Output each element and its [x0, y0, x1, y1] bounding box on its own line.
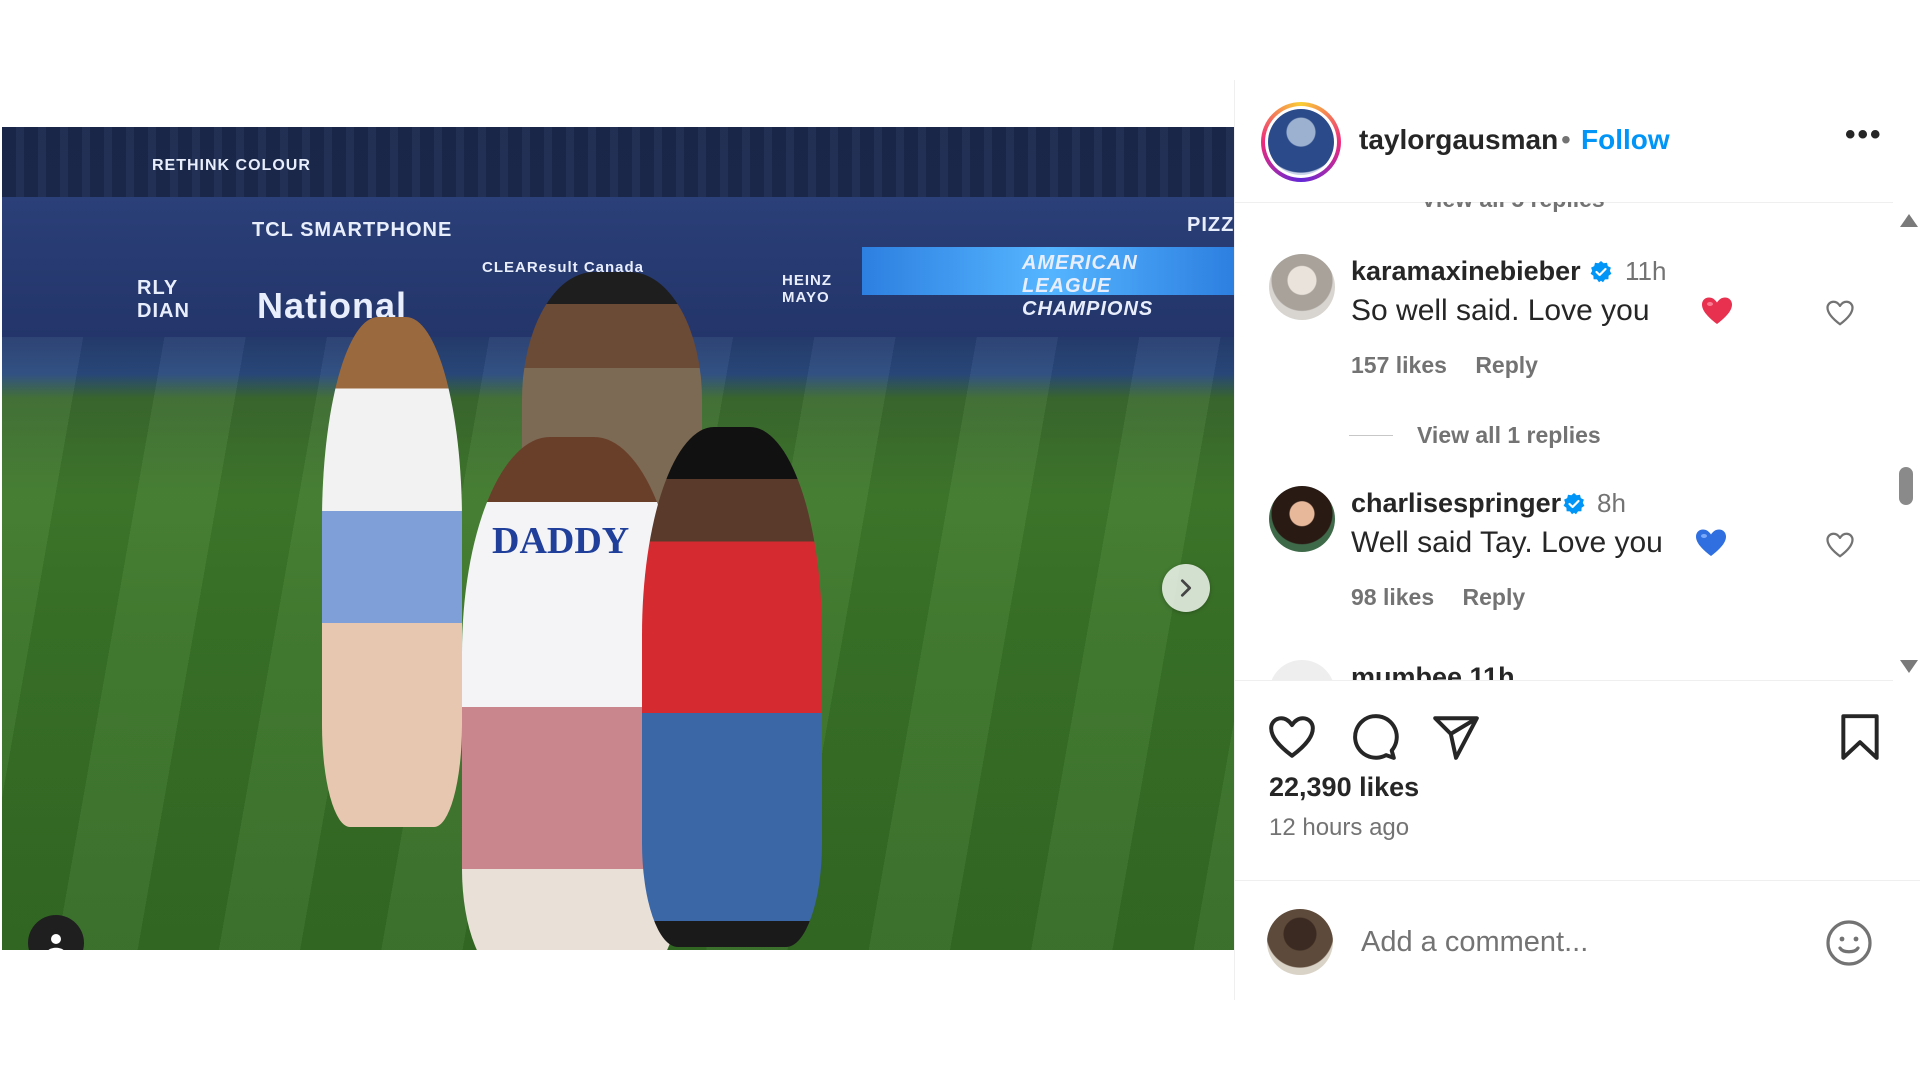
- emoji-icon[interactable]: [1825, 919, 1873, 967]
- follow-button[interactable]: Follow: [1581, 124, 1670, 156]
- comment-item: karamaxinebieber 11h So well said. Love …: [1235, 254, 1893, 394]
- verified-badge-icon: [1563, 493, 1585, 515]
- daddy-shirt-text: DADDY: [492, 520, 630, 562]
- comment-time: 11h: [1625, 256, 1667, 286]
- comment-text: Well said Tay. Love you: [1351, 526, 1663, 559]
- add-comment-bar: [1235, 880, 1920, 991]
- header-separator: •: [1561, 124, 1571, 155]
- woman-figure: [642, 427, 822, 947]
- wall-text: HEINZ MAYO: [782, 272, 832, 306]
- bookmark-icon[interactable]: [1835, 712, 1885, 762]
- commenter-avatar[interactable]: [1269, 486, 1335, 552]
- post-header: taylorgausman • Follow •••: [1235, 80, 1893, 203]
- view-replies-label: View all 5 replies: [1421, 202, 1605, 213]
- wall-text: AMERICAN LEAGUE CHAMPIONS: [1022, 252, 1154, 320]
- comment-item: mumbee 11h: [1235, 660, 1893, 680]
- view-replies-button[interactable]: View all 5 replies: [1421, 202, 1605, 213]
- current-user-avatar: [1267, 909, 1333, 975]
- view-replies-button[interactable]: View all 1 replies: [1349, 422, 1601, 449]
- comment-item: charlisespringer 8h Well said Tay. Love …: [1235, 486, 1893, 626]
- post-dialog: RETHINK COLOUR TCL SMARTPHONE CLEAResult…: [0, 80, 1920, 1000]
- comment-likes-link[interactable]: 98 likes: [1351, 584, 1434, 610]
- comment-icon[interactable]: [1349, 712, 1399, 762]
- scrollbar-thumb[interactable]: [1899, 467, 1913, 505]
- comment-input[interactable]: [1359, 919, 1823, 965]
- commenter-avatar[interactable]: [1269, 254, 1335, 320]
- view-replies-label: View all 1 replies: [1417, 422, 1601, 448]
- blue-heart-emoji-icon: [1696, 529, 1726, 556]
- author-avatar-image: [1268, 109, 1334, 175]
- comments-list: View all 5 replies karamaxinebieber 11h …: [1235, 202, 1893, 681]
- commenter-username[interactable]: karamaxinebieber: [1351, 256, 1581, 287]
- heart-icon[interactable]: [1825, 298, 1855, 328]
- wall-text: RLY DIAN: [137, 277, 190, 322]
- child-left-figure: [322, 317, 462, 827]
- next-photo-button[interactable]: [1162, 564, 1210, 612]
- post-timestamp[interactable]: 12 hours ago: [1269, 814, 1409, 842]
- comment-time: 8h: [1597, 488, 1626, 518]
- heart-icon[interactable]: [1825, 530, 1855, 560]
- comment-likes-link[interactable]: 157 likes: [1351, 352, 1447, 378]
- red-heart-emoji-icon: [1702, 297, 1732, 324]
- post-sidebar: taylorgausman • Follow ••• View all 5 re…: [1234, 80, 1920, 1000]
- heart-icon[interactable]: [1267, 712, 1317, 762]
- post-media: RETHINK COLOUR TCL SMARTPHONE CLEAResult…: [0, 80, 1234, 1000]
- author-avatar[interactable]: [1261, 102, 1341, 182]
- author-username[interactable]: taylorgausman: [1359, 124, 1558, 156]
- share-icon[interactable]: [1431, 712, 1481, 762]
- reply-button[interactable]: Reply: [1475, 352, 1538, 378]
- wall-text: PIZZA: [1187, 214, 1234, 236]
- scroll-down-arrow-icon[interactable]: [1900, 660, 1918, 673]
- post-photo[interactable]: RETHINK COLOUR TCL SMARTPHONE CLEAResult…: [2, 127, 1234, 950]
- commenter-username[interactable]: mumbee 11h: [1351, 662, 1515, 680]
- wall-text: RETHINK COLOUR: [152, 157, 311, 174]
- commenter-username[interactable]: charlisespringer: [1351, 488, 1561, 519]
- comment-meta: 157 likes Reply: [1351, 352, 1560, 379]
- more-options-icon[interactable]: •••: [1845, 118, 1883, 152]
- comments-scrollbar[interactable]: [1893, 202, 1920, 680]
- commenter-avatar[interactable]: [1269, 660, 1335, 680]
- likes-count[interactable]: 22,390 likes: [1269, 772, 1419, 803]
- scroll-up-arrow-icon[interactable]: [1900, 214, 1918, 227]
- comment-text: So well said. Love you: [1351, 294, 1650, 327]
- comment-meta: 98 likes Reply: [1351, 584, 1547, 611]
- verified-badge-icon: [1590, 261, 1612, 283]
- reply-button[interactable]: Reply: [1463, 584, 1526, 610]
- user-icon: [48, 934, 64, 950]
- chevron-right-icon: [1180, 579, 1192, 597]
- wall-text: TCL SMARTPHONE: [252, 219, 453, 241]
